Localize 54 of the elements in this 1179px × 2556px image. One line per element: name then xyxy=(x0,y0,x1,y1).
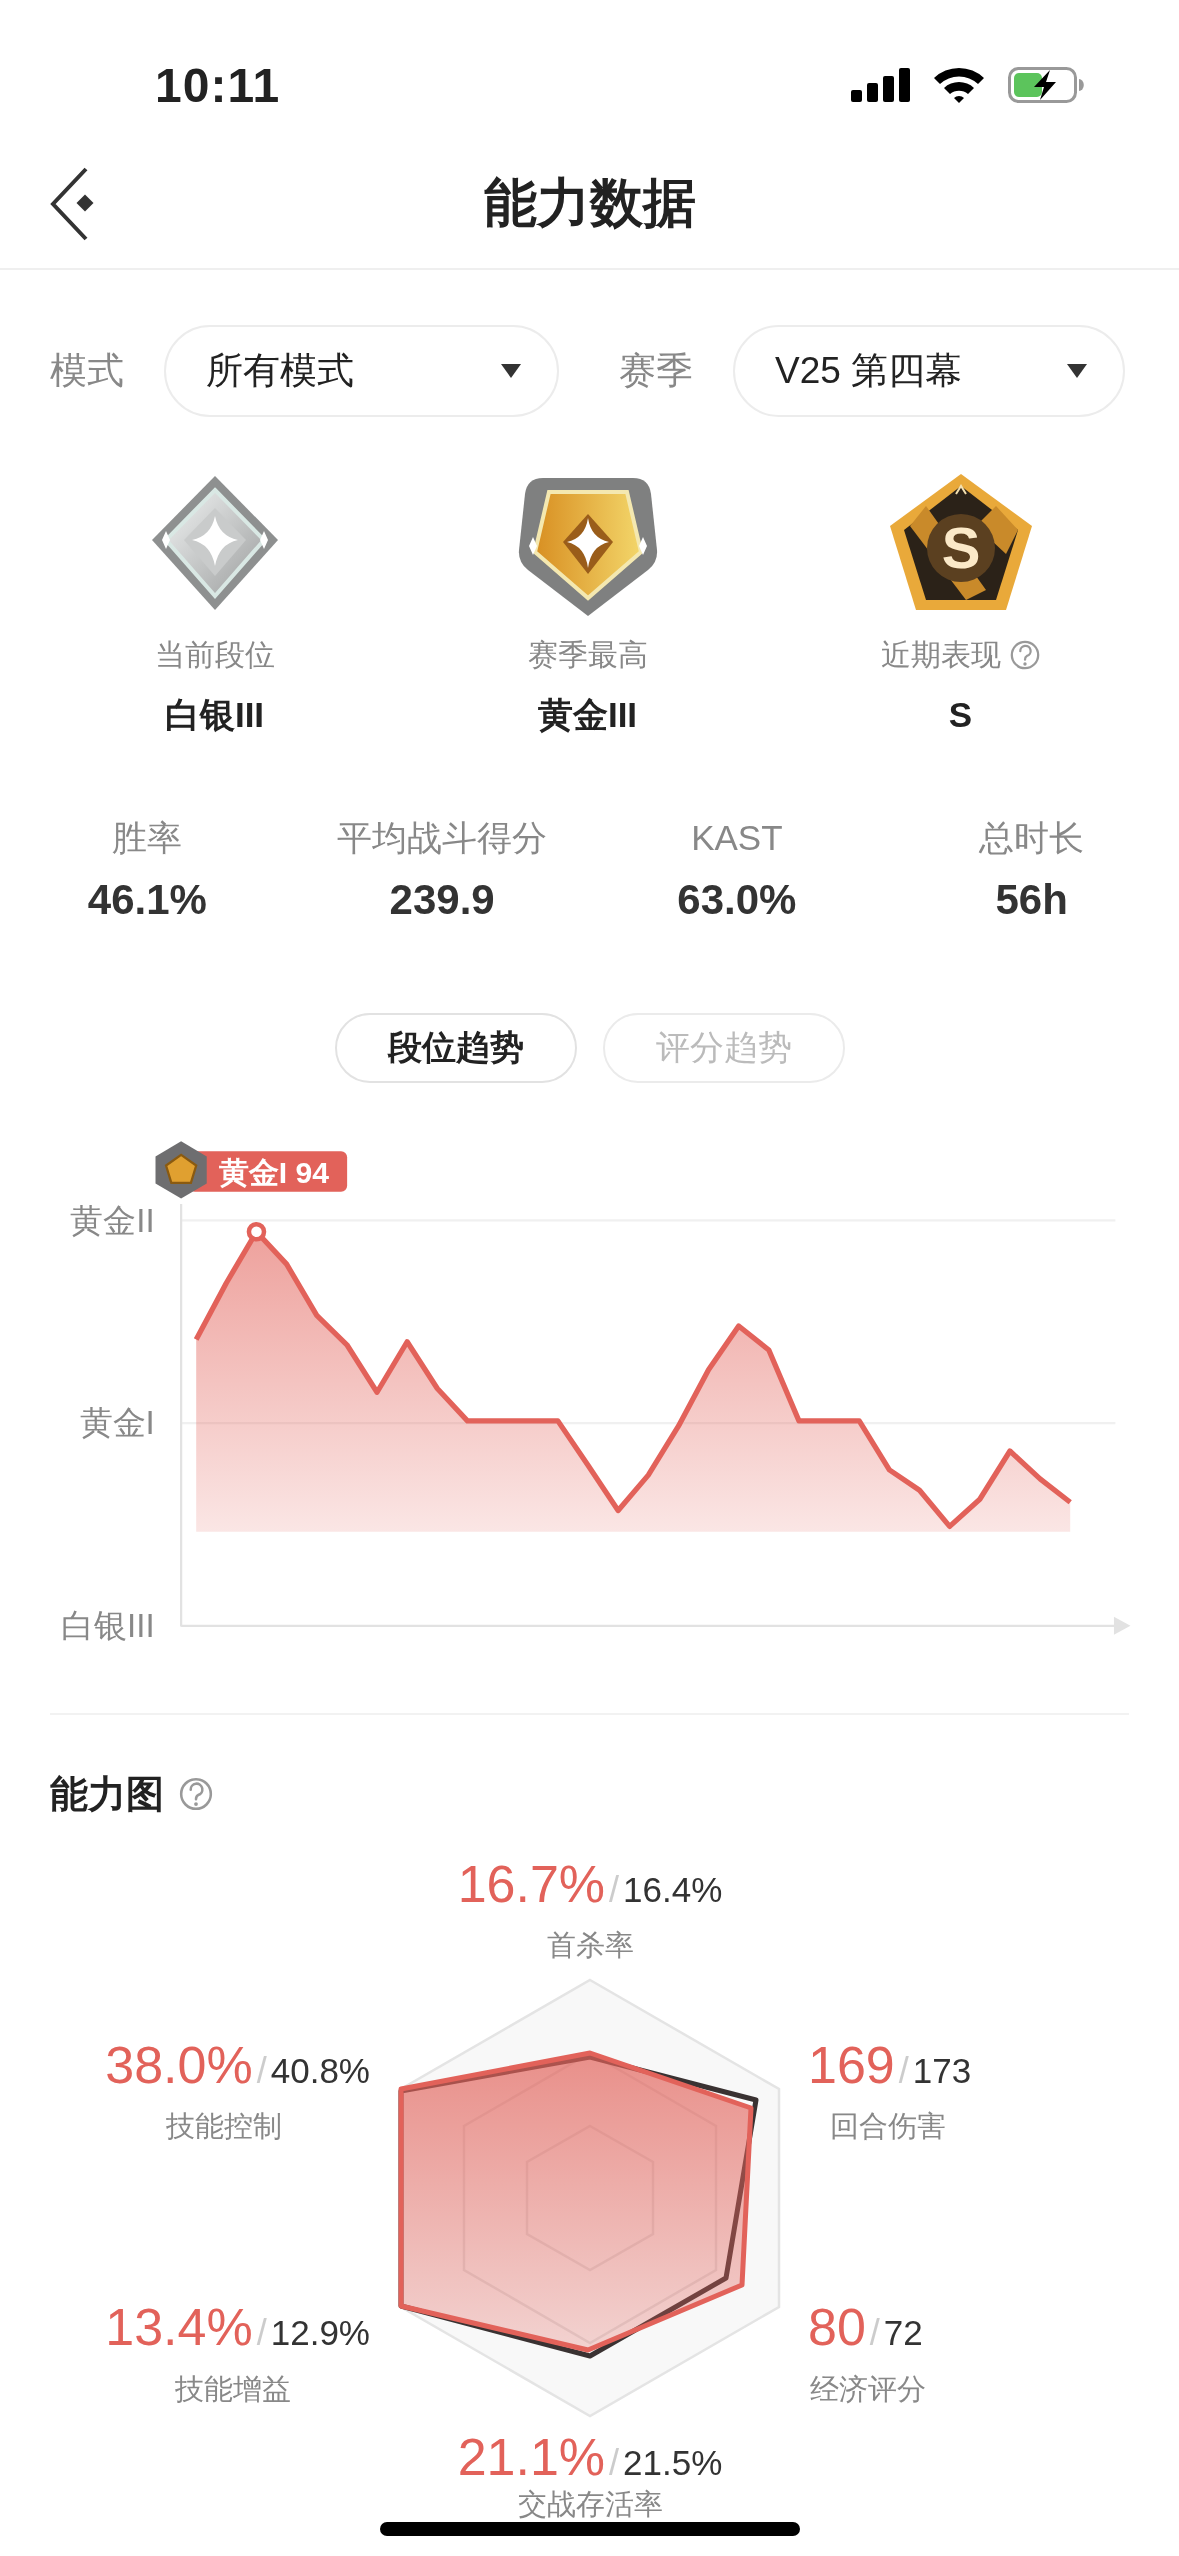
separator: / xyxy=(609,2442,620,2484)
stat-label: 胜率 xyxy=(112,817,183,859)
rank-value: 白银III xyxy=(164,694,265,736)
stat-label: KAST xyxy=(691,817,783,859)
help-icon[interactable] xyxy=(178,1776,214,1812)
separator: / xyxy=(256,2312,267,2354)
separator: / xyxy=(898,2050,909,2092)
rank-caption: 赛季最高 xyxy=(527,636,648,673)
trend-tab[interactable]: 段位趋势 xyxy=(334,1013,577,1083)
separator: / xyxy=(256,2050,267,2092)
separator: / xyxy=(609,1869,620,1911)
stat-value: 239.9 xyxy=(389,879,495,921)
rank-value: S xyxy=(948,694,973,736)
rank-value: 黄金III xyxy=(537,694,638,736)
average-value: 16.4% xyxy=(623,1870,723,1910)
page-title: 能力数据 xyxy=(482,172,697,234)
metric-value: 16.7% xyxy=(457,1854,606,1914)
average-value: 72 xyxy=(883,2313,923,2353)
metric-label: 技能增益 xyxy=(175,2372,291,2407)
average-value: 12.9% xyxy=(270,2313,370,2353)
stat-value: 63.0% xyxy=(677,879,797,921)
metric-value: 80 xyxy=(808,2297,866,2357)
metric-label: 交战存活率 xyxy=(517,2487,663,2522)
average-value: 40.8% xyxy=(270,2051,370,2091)
metric-label: 回合伤害 xyxy=(830,2109,946,2144)
metric-value: 38.0% xyxy=(105,2035,253,2095)
average-value: 173 xyxy=(912,2051,972,2091)
battery-icon xyxy=(1008,67,1084,103)
wifi-icon xyxy=(932,66,986,104)
metric-value: 21.1% xyxy=(457,2427,606,2487)
section-title: 能力图 xyxy=(50,1772,164,1817)
stat-value: 46.1% xyxy=(87,879,207,921)
average-value: 21.5% xyxy=(623,2443,723,2483)
rank-icon xyxy=(155,1141,207,1199)
stat-label: 总时长 xyxy=(979,817,1085,859)
stat-label: 平均战斗得分 xyxy=(337,817,548,859)
separator: / xyxy=(869,2312,880,2354)
metric-label: 首杀率 xyxy=(546,1928,634,1963)
axis-label: 黄金II xyxy=(70,1201,155,1239)
axis-label: 白银III xyxy=(61,1607,155,1645)
status-time: 10:11 xyxy=(155,57,281,113)
rank-caption: 近期表现 xyxy=(880,636,1001,673)
metric-label: 经济评分 xyxy=(810,2372,926,2407)
metric-label: 技能控制 xyxy=(166,2109,282,2144)
metric-value: 13.4% xyxy=(105,2297,253,2357)
stat-value: 56h xyxy=(995,879,1068,921)
filter-label: 模式 xyxy=(50,349,124,393)
signal-icon xyxy=(851,68,910,102)
axis-label: 黄金I xyxy=(79,1404,155,1442)
metric-value: 169 xyxy=(808,2035,895,2095)
filter-label: 赛季 xyxy=(619,349,693,393)
back-icon[interactable] xyxy=(48,166,96,242)
rank-caption: 当前段位 xyxy=(154,636,275,673)
help-icon[interactable] xyxy=(1008,639,1041,671)
